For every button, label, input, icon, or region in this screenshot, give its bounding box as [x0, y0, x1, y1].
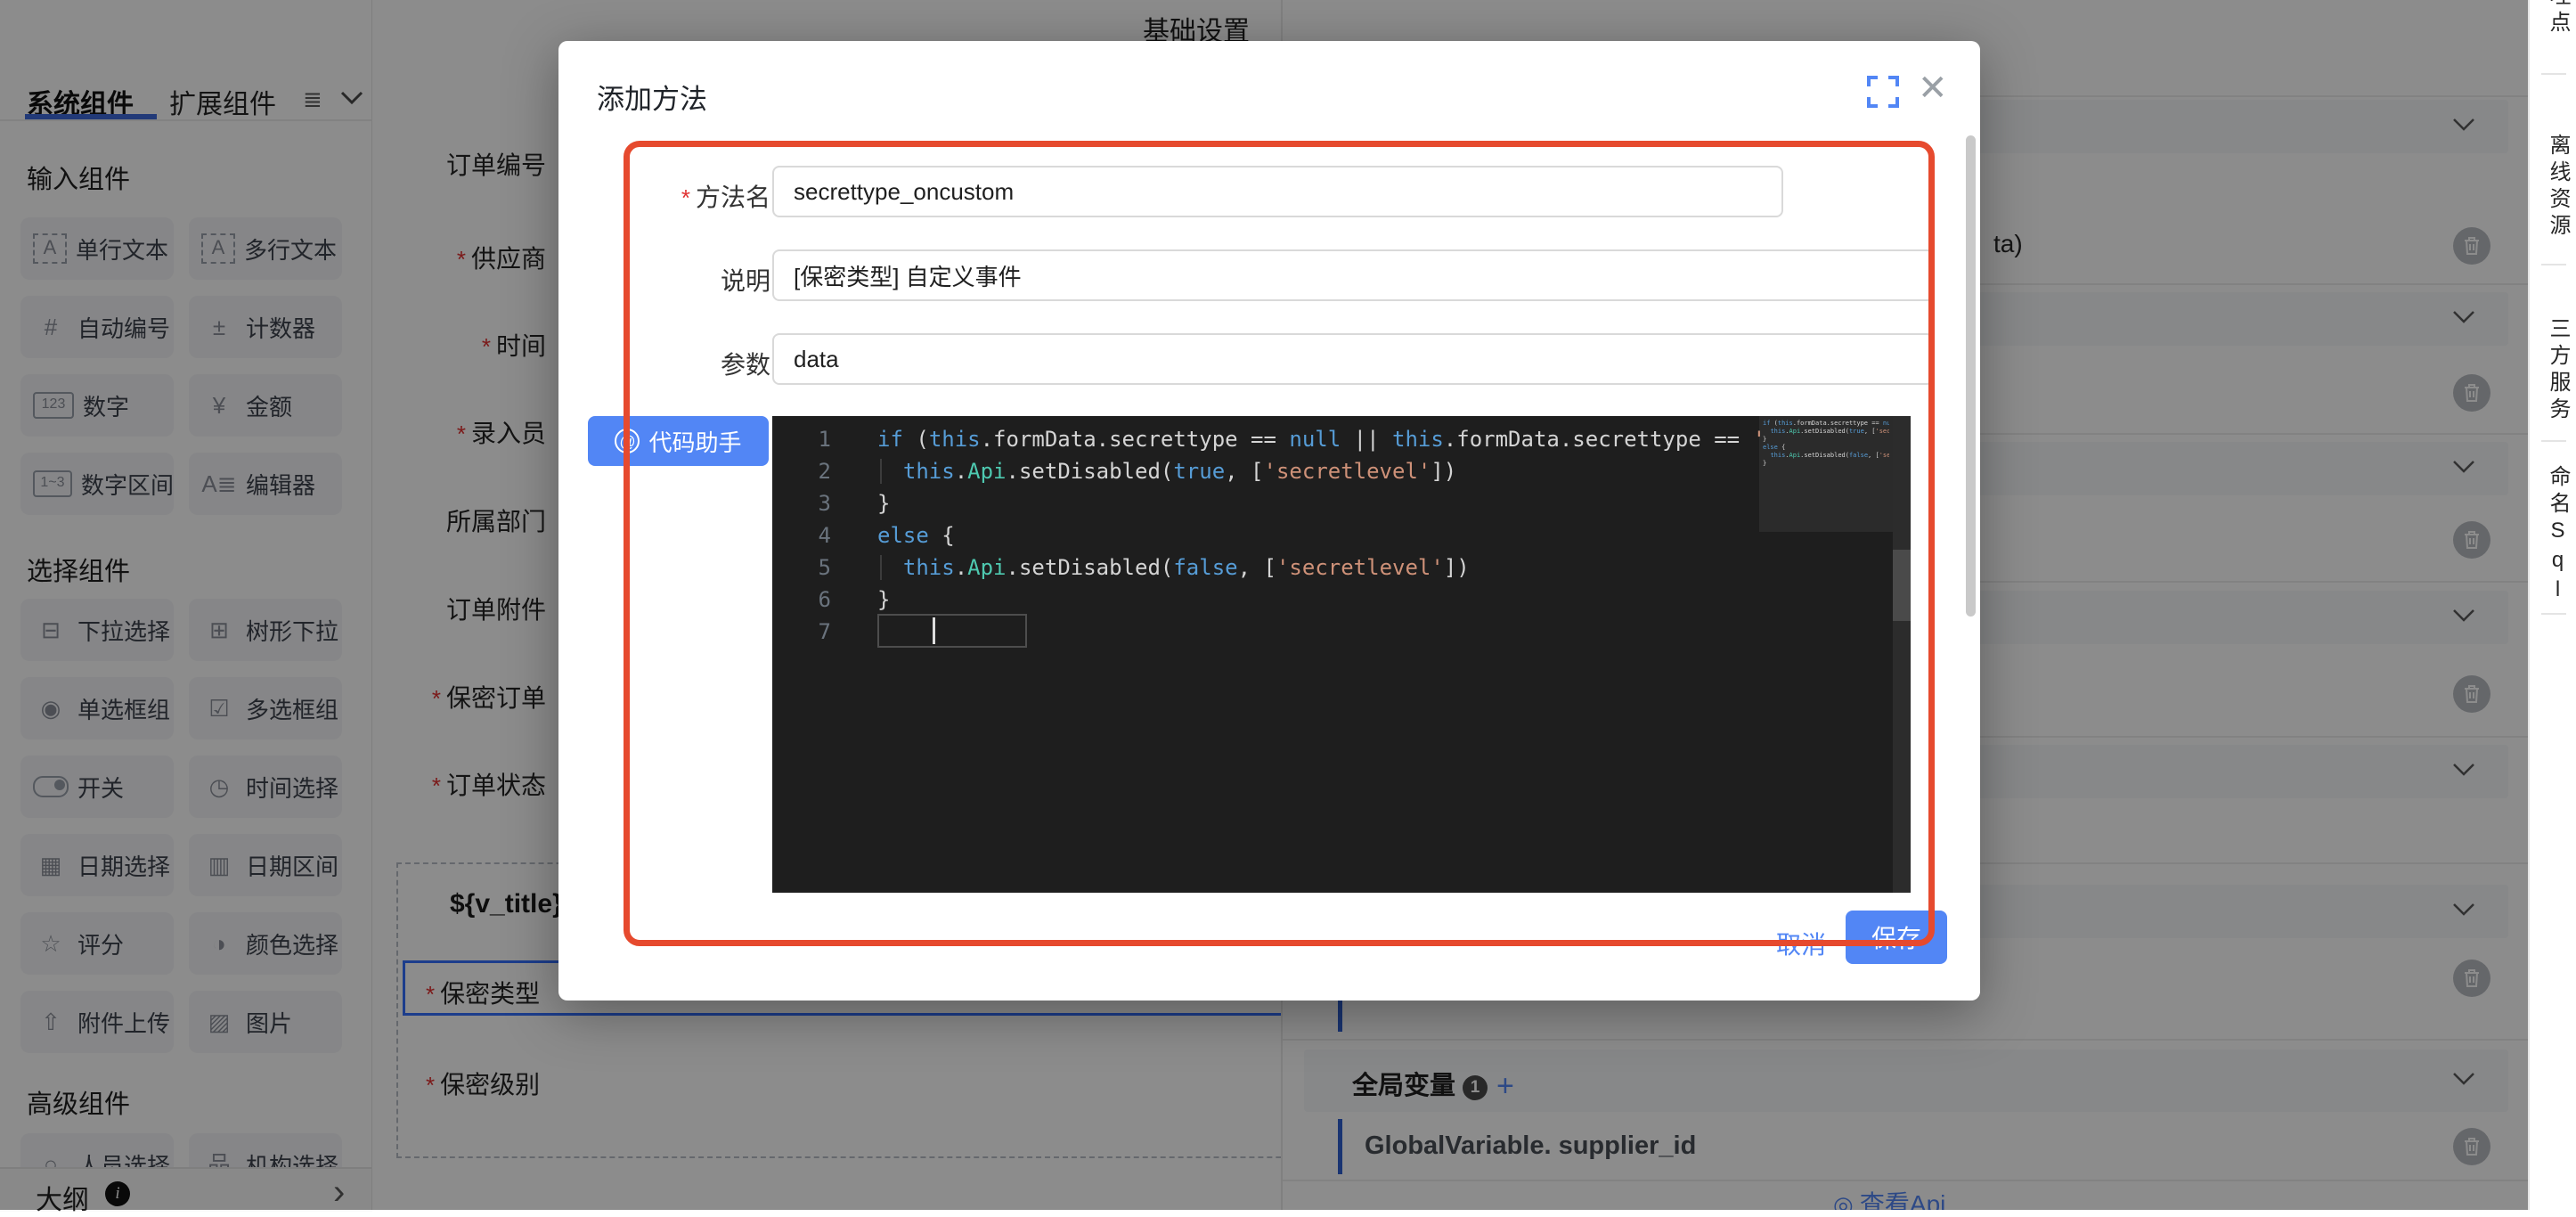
- cancel-button[interactable]: 取消: [1771, 925, 1831, 962]
- add-method-modal: 添加方法 ✕ *方法名说明参数 @代码助手 1 if (this.formData…: [558, 41, 1980, 1001]
- minimap[interactable]: if (this.formData.secrettype == null || …: [1763, 420, 1889, 687]
- indent-guide: [880, 459, 882, 484]
- strip-tab-offline-resources[interactable]: 离线资源: [2542, 134, 2573, 241]
- strip-tab-third-party-services[interactable]: 三方服务: [2542, 317, 2573, 424]
- code-assistant-icon: @: [615, 429, 640, 453]
- modal-scrollbar-thumb[interactable]: [1966, 135, 1976, 617]
- app-root: 系统组件 扩展组件 ≣ 输入组件A单行文本A多行文本#自动编号±计数器123数字…: [0, 0, 2576, 1210]
- line-number: 2: [772, 455, 831, 487]
- description-input[interactable]: [772, 249, 1934, 301]
- modal-label-method-name: *方法名: [575, 178, 770, 214]
- modal-label-params: 参数: [575, 346, 770, 381]
- code-line[interactable]: }: [877, 584, 890, 616]
- line-number: 7: [772, 616, 831, 648]
- line-number: 3: [772, 487, 831, 519]
- code-line[interactable]: this.Api.setDisabled(true, ['secretlevel…: [877, 455, 1456, 487]
- text-cursor: [933, 617, 935, 644]
- indent-guide: [880, 555, 882, 580]
- code-line[interactable]: this.Api.setDisabled(false, ['secretleve…: [877, 551, 1470, 584]
- editor-scrollbar[interactable]: [1893, 416, 1911, 893]
- right-vertical-tabs: 埋点 离线资源 三方服务 命名Sql: [2528, 0, 2576, 1210]
- code-assistant-button[interactable]: @代码助手: [588, 416, 769, 466]
- divider: [2541, 440, 2566, 442]
- editor-scrollbar-thumb[interactable]: [1893, 550, 1911, 621]
- code-editor[interactable]: 1 if (this.formData.secrettype == null ||…: [772, 416, 1911, 893]
- modal-label-description: 说明: [575, 262, 770, 298]
- fullscreen-icon[interactable]: [1866, 75, 1900, 109]
- line-number: 6: [772, 584, 831, 616]
- strip-tab-named-sql[interactable]: 命名Sql: [2542, 465, 2573, 607]
- divider: [2541, 264, 2566, 265]
- divider: [2541, 613, 2566, 615]
- strip-tab-tracking[interactable]: 埋点: [2542, 0, 2573, 37]
- code-line[interactable]: else {: [877, 519, 955, 551]
- modal-title: 添加方法: [597, 77, 707, 117]
- line-number: 1: [772, 423, 831, 455]
- required-asterisk: *: [681, 184, 690, 211]
- params-input[interactable]: [772, 333, 1934, 385]
- current-line-highlight: [877, 614, 1027, 648]
- close-icon[interactable]: ✕: [1918, 68, 1948, 109]
- code-line[interactable]: }: [877, 487, 890, 519]
- method-name-input[interactable]: [772, 166, 1783, 217]
- divider: [2541, 73, 2566, 75]
- save-button[interactable]: 保存: [1846, 911, 1947, 964]
- line-number: 4: [772, 519, 831, 551]
- code-line[interactable]: if (this.formData.secrettype == null || …: [877, 423, 1765, 455]
- line-number: 5: [772, 551, 831, 584]
